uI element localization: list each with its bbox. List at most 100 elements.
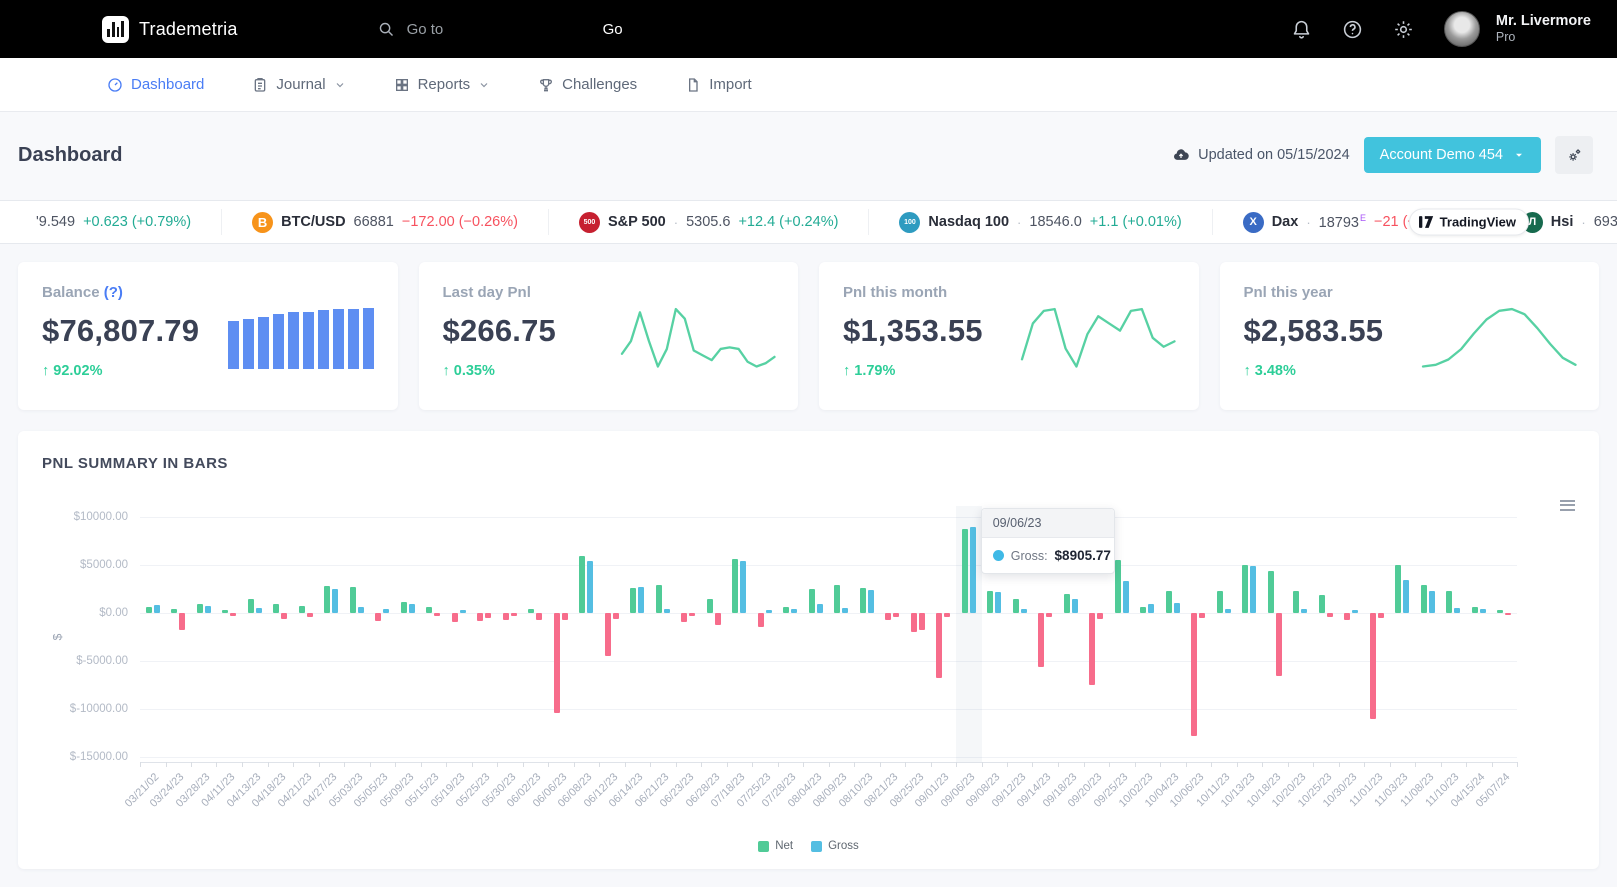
- chart-bar-net[interactable]: [1191, 613, 1197, 736]
- chart-bar-gross[interactable]: [281, 613, 287, 619]
- ticker-item-btcusd[interactable]: B BTC/USD 66881 −172.00 (−0.26%): [222, 209, 549, 235]
- chart-bar-net[interactable]: [1013, 599, 1019, 613]
- chart-bar-gross[interactable]: [179, 613, 185, 630]
- dashboard-settings-button[interactable]: [1555, 136, 1593, 174]
- chart-bar-net[interactable]: [1395, 565, 1401, 613]
- chart-bar-net[interactable]: [503, 613, 509, 620]
- chart-bar-net[interactable]: [1370, 613, 1376, 719]
- chart-bar-gross[interactable]: [893, 613, 899, 617]
- legend-item-net[interactable]: Net: [758, 840, 793, 852]
- chart-bar-net[interactable]: [477, 613, 483, 621]
- chart-bar-net[interactable]: [197, 604, 203, 613]
- chart-bar-net[interactable]: [707, 599, 713, 613]
- chart-bar-net[interactable]: [1217, 591, 1223, 613]
- chart-bar-gross[interactable]: [1123, 581, 1129, 613]
- chart-bar-net[interactable]: [758, 613, 764, 627]
- chart-bar-net[interactable]: [350, 587, 356, 613]
- chart-bar-net[interactable]: [732, 559, 738, 613]
- chart-bar-net[interactable]: [299, 606, 305, 613]
- chart-bar-net[interactable]: [1064, 594, 1070, 613]
- chart-bar-net[interactable]: [1089, 613, 1095, 685]
- tab-reports[interactable]: Reports: [394, 76, 491, 93]
- chart-bar-net[interactable]: [248, 599, 254, 613]
- chart-bar-gross[interactable]: [1301, 609, 1307, 613]
- chart-bar-net[interactable]: [146, 607, 152, 613]
- chart-bar-gross[interactable]: [638, 587, 644, 613]
- help-button[interactable]: [1342, 19, 1363, 40]
- bar-chart-plot[interactable]: $ 09/06/23 Gross: $8905.77 $10000.00$500…: [140, 512, 1517, 762]
- chart-bar-net[interactable]: [1319, 595, 1325, 613]
- chart-bar-net[interactable]: [1344, 613, 1350, 620]
- chart-bar-net[interactable]: [171, 609, 177, 613]
- chart-bar-gross[interactable]: [460, 610, 466, 613]
- tradingview-badge[interactable]: TradingView: [1409, 209, 1529, 236]
- chart-bar-gross[interactable]: [230, 613, 236, 616]
- chart-bar-net[interactable]: [1472, 607, 1478, 613]
- chart-bar-net[interactable]: [834, 585, 840, 613]
- chart-bar-net[interactable]: [681, 613, 687, 622]
- chart-bar-net[interactable]: [656, 585, 662, 613]
- chart-bar-net[interactable]: [1038, 613, 1044, 667]
- ticker-item-nasdaq100[interactable]: 100 Nasdaq 100 · 18546.0 +1.1 (+0.01%): [869, 209, 1212, 235]
- chart-bar-gross[interactable]: [817, 604, 823, 613]
- chart-bar-gross[interactable]: [409, 604, 415, 613]
- chart-bar-gross[interactable]: [1378, 613, 1384, 618]
- chart-bar-gross[interactable]: [1097, 613, 1103, 619]
- chart-bar-gross[interactable]: [995, 592, 1001, 613]
- chart-bar-gross[interactable]: [1072, 599, 1078, 613]
- go-button[interactable]: Go: [603, 21, 623, 38]
- chart-bar-net[interactable]: [426, 607, 432, 613]
- chart-bar-gross[interactable]: [154, 605, 160, 613]
- chart-bar-gross[interactable]: [1199, 613, 1205, 618]
- chart-bar-gross[interactable]: [358, 607, 364, 613]
- settings-nav-button[interactable]: [1393, 19, 1414, 40]
- chart-bar-net[interactable]: [1166, 591, 1172, 613]
- chart-bar-net[interactable]: [911, 613, 917, 632]
- brand[interactable]: Trademetria: [102, 16, 238, 43]
- chart-bar-net[interactable]: [1446, 591, 1452, 613]
- chart-bar-gross[interactable]: [715, 613, 721, 626]
- chart-bar-net[interactable]: [579, 556, 585, 613]
- chart-bar-gross[interactable]: [1021, 609, 1027, 613]
- chart-bar-gross[interactable]: [664, 609, 670, 613]
- user-block[interactable]: Mr. Livermore Pro: [1496, 12, 1591, 46]
- chart-bar-net[interactable]: [860, 588, 866, 613]
- chart-menu-button[interactable]: [1560, 497, 1575, 513]
- chart-bar-gross[interactable]: [791, 609, 797, 613]
- chart-bar-gross[interactable]: [919, 613, 925, 630]
- chart-bar-net[interactable]: [1115, 560, 1121, 613]
- chart-bar-gross[interactable]: [944, 613, 950, 617]
- chart-bar-net[interactable]: [936, 613, 942, 678]
- chart-bar-net[interactable]: [630, 588, 636, 613]
- avatar[interactable]: [1444, 11, 1480, 47]
- chart-bar-gross[interactable]: [842, 608, 848, 613]
- chart-bar-gross[interactable]: [1505, 613, 1511, 615]
- chart-bar-net[interactable]: [962, 529, 968, 613]
- chart-bar-gross[interactable]: [1276, 613, 1282, 676]
- chart-bar-gross[interactable]: [562, 613, 568, 620]
- chart-bar-net[interactable]: [452, 613, 458, 622]
- tab-import[interactable]: Import: [685, 76, 752, 93]
- chart-bar-net[interactable]: [273, 604, 279, 613]
- chart-bar-net[interactable]: [222, 610, 228, 613]
- chart-bar-net[interactable]: [605, 613, 611, 656]
- chart-bar-gross[interactable]: [307, 613, 313, 617]
- chart-bar-net[interactable]: [987, 591, 993, 613]
- ticker-item-sp500[interactable]: 500 S&P 500 · 5305.6 +12.4 (+0.24%): [549, 209, 869, 235]
- search-input[interactable]: [407, 21, 557, 38]
- chart-bar-gross[interactable]: [1403, 580, 1409, 613]
- chart-bar-gross[interactable]: [485, 613, 491, 618]
- chart-bar-gross[interactable]: [766, 610, 772, 613]
- chart-bar-net[interactable]: [554, 613, 560, 713]
- chart-bar-gross[interactable]: [256, 608, 262, 613]
- chart-bar-gross[interactable]: [1174, 603, 1180, 613]
- chart-bar-gross[interactable]: [868, 590, 874, 613]
- chart-bar-gross[interactable]: [511, 613, 517, 616]
- tab-journal[interactable]: Journal: [252, 76, 345, 93]
- chart-bar-gross[interactable]: [332, 589, 338, 613]
- chart-bar-gross[interactable]: [1327, 613, 1333, 617]
- chart-bar-gross[interactable]: [1429, 591, 1435, 613]
- chart-bar-gross[interactable]: [1454, 608, 1460, 613]
- chart-bar-net[interactable]: [1268, 571, 1274, 613]
- chart-bar-net[interactable]: [401, 602, 407, 613]
